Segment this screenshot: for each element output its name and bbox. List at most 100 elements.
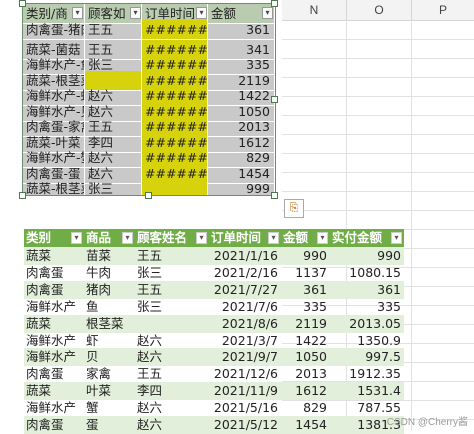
table-cell[interactable]: 赵六 bbox=[135, 332, 209, 350]
table-cell[interactable]: 根茎菜 bbox=[84, 315, 135, 333]
resize-handle[interactable] bbox=[271, 96, 278, 103]
table-cell[interactable]: 2021/1/16 bbox=[209, 247, 281, 265]
table-cell[interactable]: 2021/8/6 bbox=[209, 315, 281, 333]
table-cell[interactable]: 猪肉 bbox=[84, 281, 135, 299]
filter-dropdown-icon[interactable]: ▾ bbox=[262, 7, 273, 19]
resize-handle[interactable] bbox=[19, 192, 26, 199]
filter-dropdown-icon[interactable]: ▾ bbox=[71, 232, 82, 244]
table-cell[interactable]: 赵六 bbox=[135, 416, 209, 434]
table-row[interactable]: 肉禽蛋 猪肉 王五 2021/7/27 361 361 bbox=[24, 280, 404, 299]
table-cell[interactable]: 335 bbox=[330, 298, 404, 316]
filter-dropdown-icon[interactable]: ▾ bbox=[196, 232, 207, 244]
table-cell[interactable]: 990 bbox=[330, 247, 404, 265]
table-cell[interactable]: 肉禽蛋 bbox=[24, 365, 84, 383]
table-cell[interactable]: 王五 bbox=[135, 365, 209, 383]
table-cell[interactable]: 鱼 bbox=[84, 298, 135, 316]
filter-dropdown-icon[interactable]: ▾ bbox=[122, 232, 133, 244]
filter-dropdown-icon[interactable]: ▾ bbox=[130, 7, 141, 19]
table-cell[interactable]: 2021/3/7 bbox=[209, 332, 281, 350]
table-cell[interactable]: 2021/9/7 bbox=[209, 348, 281, 366]
table-cell[interactable]: 牛肉 bbox=[84, 264, 135, 282]
filter-dropdown-icon[interactable]: ▾ bbox=[72, 7, 83, 19]
table-cell[interactable]: 蟹 bbox=[84, 399, 135, 417]
table-cell[interactable]: 997.5 bbox=[330, 348, 404, 366]
table-cell[interactable]: 李四 bbox=[135, 382, 209, 400]
table-cell[interactable]: 1080.15 bbox=[330, 264, 404, 282]
table-cell[interactable]: 肉禽蛋 bbox=[24, 416, 84, 434]
table-cell[interactable]: 叶菜 bbox=[84, 382, 135, 400]
table-cell[interactable]: 361 bbox=[281, 281, 330, 299]
filter-dropdown-icon[interactable]: ▾ bbox=[268, 232, 279, 244]
table-cell[interactable]: 829 bbox=[281, 399, 330, 417]
table-cell[interactable] bbox=[135, 315, 209, 333]
table-row[interactable]: 蔬菜 叶菜 李四 2021/11/9 1612 1531.4 bbox=[24, 382, 404, 401]
table-cell[interactable]: 2021/7/6 bbox=[209, 298, 281, 316]
table-cell[interactable]: 蔬菜 bbox=[24, 382, 84, 400]
paste-options-icon[interactable]: ⎘ bbox=[284, 199, 304, 218]
table-cell[interactable]: 335 bbox=[281, 298, 330, 316]
table-row[interactable]: 肉禽蛋蛋赵六 2021/5/12 1454 1381.3 bbox=[24, 416, 404, 434]
table-cell[interactable]: 赵六 bbox=[135, 348, 209, 366]
table-cell[interactable]: 海鲜水产 bbox=[24, 332, 84, 350]
column-header-n[interactable]: N bbox=[282, 0, 347, 21]
table-row[interactable]: 海鲜水产蟹赵六 2021/5/16 829 787.55 bbox=[24, 399, 404, 417]
table-cell[interactable]: 王五 bbox=[135, 281, 209, 299]
table-cell[interactable]: 2021/11/9 bbox=[209, 382, 281, 400]
table-cell[interactable]: 1454 bbox=[281, 416, 330, 434]
table-cell[interactable]: 海鲜水产 bbox=[24, 399, 84, 417]
filter-dropdown-icon[interactable]: ▾ bbox=[391, 232, 402, 244]
table-cell[interactable]: 2013 bbox=[281, 365, 330, 383]
table-cell[interactable]: 虾 bbox=[84, 332, 135, 350]
resize-handle[interactable] bbox=[145, 192, 152, 199]
table-cell[interactable]: 肉禽蛋 bbox=[24, 264, 84, 282]
table-cell[interactable]: 贝 bbox=[84, 348, 135, 366]
table-cell[interactable]: 1050 bbox=[281, 348, 330, 366]
resize-handle[interactable] bbox=[271, 192, 278, 199]
table-cell[interactable]: 王五 bbox=[135, 247, 209, 265]
filter-dropdown-icon[interactable]: ▾ bbox=[196, 7, 207, 19]
row-gridline bbox=[282, 96, 474, 97]
filter-dropdown-icon[interactable]: ▾ bbox=[317, 232, 328, 244]
table-cell[interactable]: 蔬菜 bbox=[24, 315, 84, 333]
resize-handle[interactable] bbox=[271, 0, 278, 7]
table-cell[interactable]: 1531.4 bbox=[330, 382, 404, 400]
column-header-o[interactable]: O bbox=[347, 0, 412, 21]
table-row[interactable]: 海鲜水产贝赵六 2021/9/7 1050 997.5 bbox=[24, 348, 404, 367]
table-cell[interactable]: 2021/5/12 bbox=[209, 416, 281, 434]
table-cell[interactable]: 2119 bbox=[281, 315, 330, 333]
table-cell[interactable]: 2021/2/16 bbox=[209, 264, 281, 282]
table-cell[interactable]: 蔬菜 bbox=[24, 247, 84, 265]
table-cell[interactable]: 2021/12/6 bbox=[209, 365, 281, 383]
table-cell[interactable]: 张三 bbox=[135, 264, 209, 282]
table-cell[interactable]: 2013.05 bbox=[330, 315, 404, 333]
pasted-table-picture[interactable]: 类别/商 ▾ 顾客如 ▾ 订单时间 ▾ 金额 ▾ 肉禽蛋-猪肉王五#######… bbox=[22, 3, 276, 196]
table-cell[interactable]: 1137 bbox=[281, 264, 330, 282]
table-cell[interactable]: 2021/7/27 bbox=[209, 281, 281, 299]
resize-handle[interactable] bbox=[19, 0, 26, 7]
table-row[interactable]: 蔬菜 苗菜 王五 2021/1/16 990 990 bbox=[24, 247, 404, 265]
table-cell[interactable]: 张三 bbox=[135, 298, 209, 316]
row-gridline bbox=[282, 172, 474, 173]
table-cell[interactable]: 1612 bbox=[281, 382, 330, 400]
column-header-p[interactable]: P bbox=[412, 0, 474, 21]
table-cell[interactable]: 苗菜 bbox=[84, 247, 135, 265]
table-header-cell: 订单时间 bbox=[211, 230, 262, 245]
table-row[interactable]: 蔬菜 根茎菜 2021/8/6 2119 2013.05 bbox=[24, 314, 404, 333]
table-cell[interactable]: 肉禽蛋 bbox=[24, 281, 84, 299]
table-cell[interactable]: 蛋 bbox=[84, 416, 135, 434]
table-cell[interactable]: 海鲜水产 bbox=[24, 298, 84, 316]
table-cell[interactable]: 海鲜水产 bbox=[24, 348, 84, 366]
table-cell[interactable]: 2021/5/16 bbox=[209, 399, 281, 417]
table-row[interactable]: 肉禽蛋 家禽 王五 2021/12/6 2013 1912.35 bbox=[24, 365, 404, 383]
table-row[interactable]: 海鲜水产鱼张三 2021/7/6 335 335 bbox=[24, 298, 404, 316]
table-cell[interactable]: 361 bbox=[330, 281, 404, 299]
table-cell[interactable]: 赵六 bbox=[135, 399, 209, 417]
row-gridline bbox=[282, 39, 474, 40]
table-cell[interactable]: 1350.9 bbox=[330, 332, 404, 350]
table-cell[interactable]: 家禽 bbox=[84, 365, 135, 383]
table-cell[interactable]: 1422 bbox=[281, 332, 330, 350]
table-row[interactable]: 海鲜水产虾赵六 2021/3/7 1422 1350.9 bbox=[24, 332, 404, 350]
table-cell[interactable]: 1912.35 bbox=[330, 365, 404, 383]
table-cell[interactable]: 990 bbox=[281, 247, 330, 265]
table-row[interactable]: 肉禽蛋 牛肉 张三 2021/2/16 1137 1080.15 bbox=[24, 264, 404, 282]
